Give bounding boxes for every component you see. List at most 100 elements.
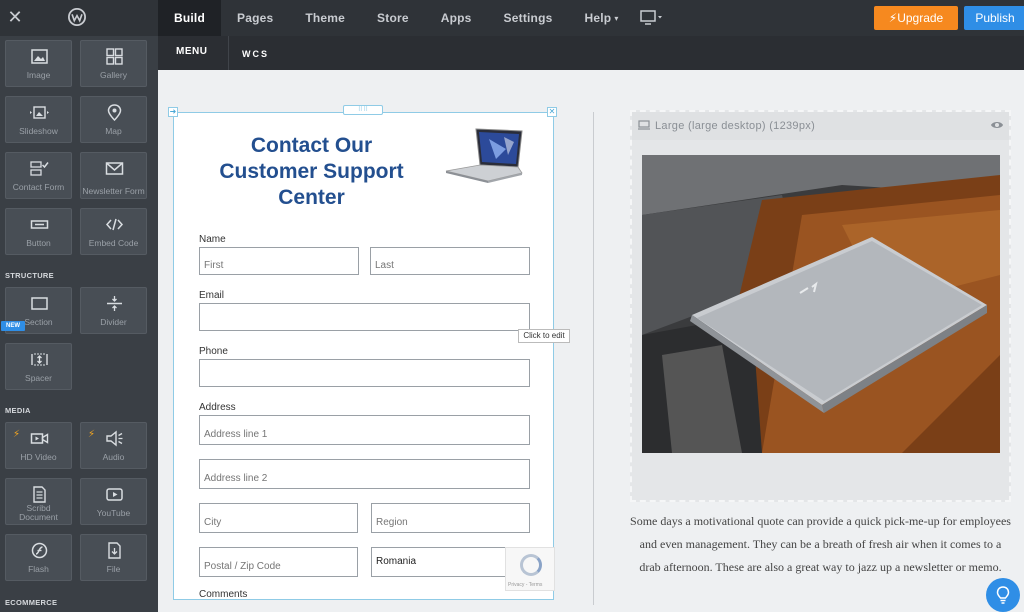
section-icon [31, 297, 48, 310]
element-spacer[interactable]: Spacer [5, 343, 72, 390]
menu-link[interactable]: MENU [176, 46, 207, 57]
editor-canvas: Contact Our Customer Support Center Name… [158, 70, 1024, 612]
site-name[interactable]: WCS [242, 49, 269, 59]
tile-label: HD Video [20, 452, 57, 462]
address-line2-input[interactable] [199, 459, 530, 489]
ecommerce-heading: ECOMMERCE [5, 598, 58, 607]
element-slideshow[interactable]: Slideshow [5, 96, 72, 143]
audio-icon [106, 430, 123, 447]
contact-form-icon [30, 161, 49, 176]
region-input[interactable] [371, 503, 530, 533]
element-gallery[interactable]: Gallery [80, 40, 147, 87]
eye-icon[interactable] [990, 120, 1004, 130]
phone-input[interactable] [199, 359, 530, 387]
first-name-input[interactable] [199, 247, 359, 275]
zip-input[interactable] [199, 547, 358, 577]
publish-button[interactable]: Publish [964, 6, 1024, 30]
email-input[interactable] [199, 303, 530, 331]
element-audio[interactable]: ⚡ Audio [80, 422, 147, 469]
comments-label: Comments [199, 589, 248, 600]
name-label: Name [199, 234, 226, 245]
tile-label: Image [26, 70, 51, 80]
gallery-icon [106, 48, 123, 65]
button-icon [30, 220, 49, 229]
tab-pages[interactable]: Pages [221, 0, 289, 36]
element-contact-form[interactable]: Contact Form [5, 152, 72, 199]
tile-label: Gallery [100, 70, 127, 80]
element-map[interactable]: Map [80, 96, 147, 143]
bolt-icon: ⚡ [888, 11, 898, 25]
site-header-bar: MENU WCS [158, 36, 1024, 70]
element-button[interactable]: Button [5, 208, 72, 255]
laptop-thumbnail[interactable] [444, 127, 524, 185]
tab-help[interactable]: Help ▾ [569, 0, 635, 36]
tab-build[interactable]: Build [158, 0, 221, 36]
youtube-icon [106, 488, 123, 501]
upgrade-button[interactable]: ⚡Upgrade [874, 6, 958, 30]
tile-label: Contact Form [12, 182, 65, 192]
element-embed-code[interactable]: Embed Code [80, 208, 147, 255]
image-block[interactable]: Large (large desktop) (1239px) [630, 110, 1011, 502]
tile-label: Slideshow [19, 126, 58, 136]
elements-sidebar: Image Gallery Slideshow Map Contact Form… [0, 36, 158, 612]
weebly-logo-icon[interactable] [68, 8, 86, 26]
element-scribd-document[interactable]: Scribd Document [5, 478, 72, 525]
premium-bolt-icon: ⚡ [13, 429, 21, 440]
structure-heading: STRUCTURE [5, 271, 54, 280]
body-paragraph[interactable]: Some days a motivational quote can provi… [630, 510, 1011, 579]
media-heading: MEDIA [5, 406, 31, 415]
tile-label: Flash [28, 564, 49, 574]
close-icon[interactable]: ✕ [6, 8, 24, 26]
slideshow-icon [30, 106, 49, 119]
video-icon [30, 433, 49, 444]
tab-settings[interactable]: Settings [488, 0, 569, 36]
tab-label: Pages [237, 11, 274, 25]
tile-label: Spacer [25, 373, 52, 383]
tile-label: Newsletter Form [82, 186, 145, 196]
last-name-input[interactable] [370, 247, 530, 275]
tile-label: Audio [102, 452, 125, 462]
code-icon [105, 218, 124, 231]
element-flash[interactable]: Flash [5, 534, 72, 581]
element-divider[interactable]: Divider [80, 287, 147, 334]
element-hd-video[interactable]: ⚡ HD Video [5, 422, 72, 469]
laptop-photo[interactable] [642, 155, 1000, 453]
element-file[interactable]: File [80, 534, 147, 581]
element-image[interactable]: Image [5, 40, 72, 87]
top-nav: Build Pages Theme Store Apps Settings He… [158, 0, 635, 36]
address-label: Address [199, 402, 236, 413]
monitor-icon[interactable] [640, 9, 664, 27]
form-title[interactable]: Contact Our Customer Support Center [199, 133, 424, 211]
spacer-icon [31, 353, 48, 366]
tab-store[interactable]: Store [361, 0, 425, 36]
click-to-edit-tooltip: Click to edit [518, 329, 570, 343]
image-block-header: Large (large desktop) (1239px) [632, 112, 1009, 140]
email-label: Email [199, 290, 225, 301]
upgrade-label: Upgrade [897, 11, 944, 25]
close-icon[interactable]: ✕ [547, 107, 557, 117]
element-newsletter-form[interactable]: Newsletter Form [80, 152, 147, 199]
tab-label: Build [174, 11, 205, 25]
tab-label: Settings [503, 11, 553, 25]
recaptcha-terms[interactable]: Privacy - Terms [508, 582, 542, 588]
recaptcha-badge[interactable]: Privacy - Terms [505, 547, 555, 591]
envelope-icon [105, 162, 124, 175]
help-button[interactable] [986, 578, 1020, 612]
move-arrow-icon[interactable]: ➜ [168, 107, 178, 117]
tile-label: Button [26, 238, 51, 248]
tab-theme[interactable]: Theme [289, 0, 361, 36]
tile-label: YouTube [96, 508, 131, 518]
map-pin-icon [107, 104, 122, 121]
tab-label: Apps [440, 11, 472, 25]
contact-form-block[interactable]: Contact Our Customer Support Center Name… [173, 112, 554, 600]
tab-label: Help [584, 11, 612, 25]
drag-handle[interactable]: ⠿⠿ [343, 105, 383, 115]
recaptcha-icon [520, 554, 542, 576]
address-line1-input[interactable] [199, 415, 530, 445]
tab-apps[interactable]: Apps [425, 0, 488, 36]
column-divider[interactable] [593, 112, 594, 605]
breakpoint-label: Large (large desktop) (1239px) [655, 120, 816, 132]
element-youtube[interactable]: YouTube [80, 478, 147, 525]
city-input[interactable] [199, 503, 358, 533]
flash-icon [31, 542, 48, 559]
